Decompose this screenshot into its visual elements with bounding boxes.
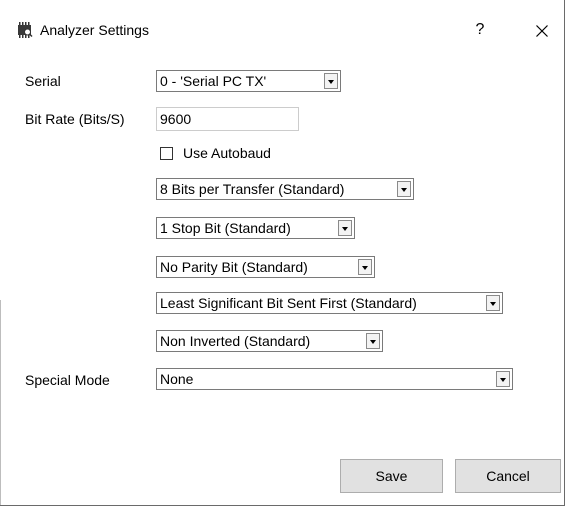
serial-label: Serial	[25, 73, 61, 89]
special-mode-label: Special Mode	[25, 372, 110, 388]
stop-bits-select[interactable]: 1 Stop Bit (Standard)	[156, 217, 355, 239]
bitrate-label: Bit Rate (Bits/S)	[25, 111, 125, 127]
chevron-down-icon[interactable]	[397, 181, 411, 197]
window-edge-divider	[0, 300, 1, 506]
bit-order-value: Least Significant Bit Sent First (Standa…	[160, 295, 417, 311]
inversion-select[interactable]: Non Inverted (Standard)	[156, 330, 383, 352]
serial-channel-select[interactable]: 0 - 'Serial PC TX'	[156, 70, 341, 92]
window-title: Analyzer Settings	[40, 22, 149, 38]
chevron-down-icon[interactable]	[324, 73, 338, 89]
chevron-down-icon[interactable]	[366, 333, 380, 349]
chevron-down-icon[interactable]	[358, 259, 372, 275]
title-bar: Analyzer Settings ?	[0, 0, 564, 60]
bitrate-value: 9600	[160, 111, 192, 127]
bits-per-transfer-value: 8 Bits per Transfer (Standard)	[160, 181, 345, 197]
parity-select[interactable]: No Parity Bit (Standard)	[156, 256, 375, 278]
autobaud-label[interactable]: Use Autobaud	[183, 145, 271, 162]
help-button[interactable]: ?	[462, 14, 498, 46]
cancel-button[interactable]: Cancel	[455, 459, 561, 493]
analyzer-chip-icon	[17, 22, 33, 38]
parity-value: No Parity Bit (Standard)	[160, 259, 308, 275]
save-button[interactable]: Save	[340, 459, 443, 493]
special-mode-value: None	[160, 371, 194, 387]
close-button[interactable]	[522, 14, 562, 46]
close-icon	[536, 25, 548, 38]
chevron-down-icon[interactable]	[496, 371, 510, 387]
serial-channel-value: 0 - 'Serial PC TX'	[160, 73, 267, 89]
bits-per-transfer-select[interactable]: 8 Bits per Transfer (Standard)	[156, 178, 414, 200]
analyzer-settings-dialog: Analyzer Settings ? Serial 0 - 'Serial P…	[0, 0, 565, 506]
bitrate-input[interactable]: 9600	[156, 107, 299, 131]
chevron-down-icon[interactable]	[338, 220, 352, 236]
stop-bits-value: 1 Stop Bit (Standard)	[160, 220, 291, 236]
autobaud-checkbox[interactable]	[160, 147, 173, 160]
bit-order-select[interactable]: Least Significant Bit Sent First (Standa…	[156, 292, 503, 314]
help-icon: ?	[475, 21, 485, 38]
inversion-value: Non Inverted (Standard)	[160, 333, 311, 349]
special-mode-select[interactable]: None	[156, 368, 513, 390]
chevron-down-icon[interactable]	[486, 295, 500, 311]
